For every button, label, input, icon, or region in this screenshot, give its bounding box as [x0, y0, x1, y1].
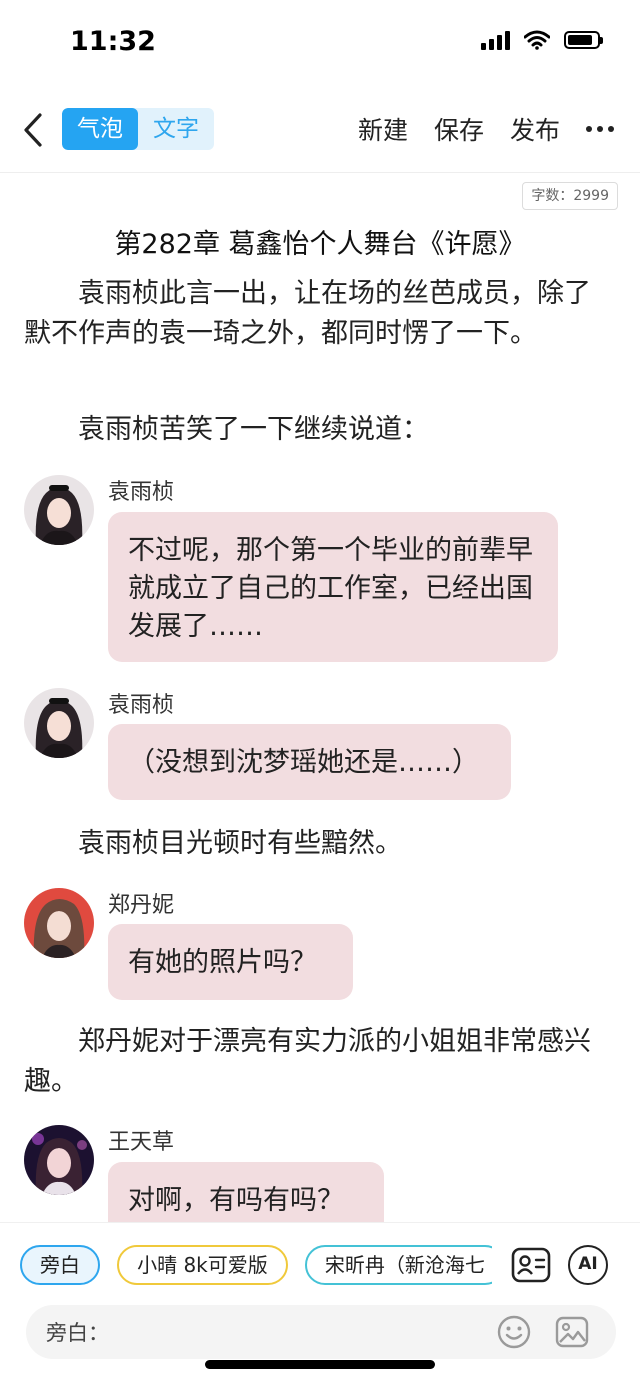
role-selector: 旁白 小晴 8k可爱版 宋昕冉（新沧海七	[20, 1245, 492, 1287]
avatar-image	[24, 688, 94, 758]
more-icon[interactable]	[586, 126, 614, 132]
id-card-icon	[511, 1247, 551, 1283]
image-icon	[555, 1316, 589, 1348]
mode-text-tab[interactable]: 文字	[138, 108, 214, 150]
new-button[interactable]: 新建	[358, 111, 408, 147]
message-bubble[interactable]: 不过呢，那个第一个毕业的前辈早就成立了自己的工作室，已经出国发展了……	[108, 512, 558, 662]
role-chip[interactable]: 宋昕冉（新沧海七	[304, 1245, 492, 1285]
image-button[interactable]	[554, 1314, 590, 1350]
word-count-badge: 字数：2999	[522, 182, 618, 210]
status-icons	[481, 30, 603, 50]
message-bubble[interactable]: （没想到沈梦瑶她还是……）	[108, 724, 511, 800]
nav-actions: 新建 保存 发布	[332, 108, 614, 150]
smiley-icon	[497, 1315, 531, 1349]
avatar-image	[24, 475, 94, 545]
mode-toggle: 气泡 文字	[62, 108, 214, 150]
narration-paragraph[interactable]: 袁雨桢目光顿时有些黯然。	[24, 824, 614, 864]
speaker-name: 袁雨桢	[108, 693, 175, 718]
publish-button[interactable]: 发布	[510, 111, 560, 147]
cellular-signal-icon	[481, 30, 510, 50]
chevron-left-icon	[24, 113, 42, 147]
home-indicator[interactable]	[205, 1360, 435, 1369]
battery-icon	[564, 31, 603, 49]
speaker-name: 郑丹妮	[108, 893, 175, 918]
mode-bubble-tab[interactable]: 气泡	[62, 108, 138, 150]
avatar-image	[24, 888, 94, 958]
save-button[interactable]: 保存	[434, 111, 484, 147]
ai-button[interactable]: AI	[568, 1245, 608, 1285]
role-chip[interactable]: 小晴 8k可爱版	[117, 1245, 288, 1285]
avatar[interactable]	[24, 888, 94, 958]
input-role-label: 旁白：	[46, 1321, 109, 1345]
narration-paragraph[interactable]: 袁雨桢此言一出，让在场的丝芭成员，除了默不作声的袁一琦之外，都同时愣了一下。	[24, 274, 614, 354]
narration-paragraph[interactable]: 袁雨桢苦笑了一下继续说道：	[24, 410, 614, 450]
avatar-image	[24, 1125, 94, 1195]
status-time: 11:32	[70, 26, 156, 57]
avatar[interactable]	[24, 475, 94, 545]
back-button[interactable]	[18, 108, 48, 152]
speaker-name: 王天草	[108, 1130, 175, 1155]
character-card-button[interactable]	[510, 1245, 552, 1285]
speaker-name: 袁雨桢	[108, 480, 175, 505]
nav-divider	[0, 172, 640, 173]
role-chip-narration[interactable]: 旁白	[20, 1245, 100, 1285]
chapter-title[interactable]: 第282章 葛鑫怡个人舞台《许愿》	[0, 222, 640, 261]
avatar[interactable]	[24, 1125, 94, 1195]
narration-paragraph[interactable]: 郑丹妮对于漂亮有实力派的小姐姐非常感兴趣。	[24, 1022, 614, 1102]
avatar[interactable]	[24, 688, 94, 758]
message-input[interactable]: 旁白：	[26, 1305, 616, 1359]
message-bubble[interactable]: 有她的照片吗？	[108, 924, 353, 1000]
status-bar: 11:32	[0, 0, 640, 90]
nav-bar: 气泡 文字 新建 保存 发布	[0, 100, 640, 160]
wifi-icon	[524, 30, 550, 50]
battery-level	[568, 35, 592, 45]
emoji-button[interactable]	[496, 1314, 532, 1350]
